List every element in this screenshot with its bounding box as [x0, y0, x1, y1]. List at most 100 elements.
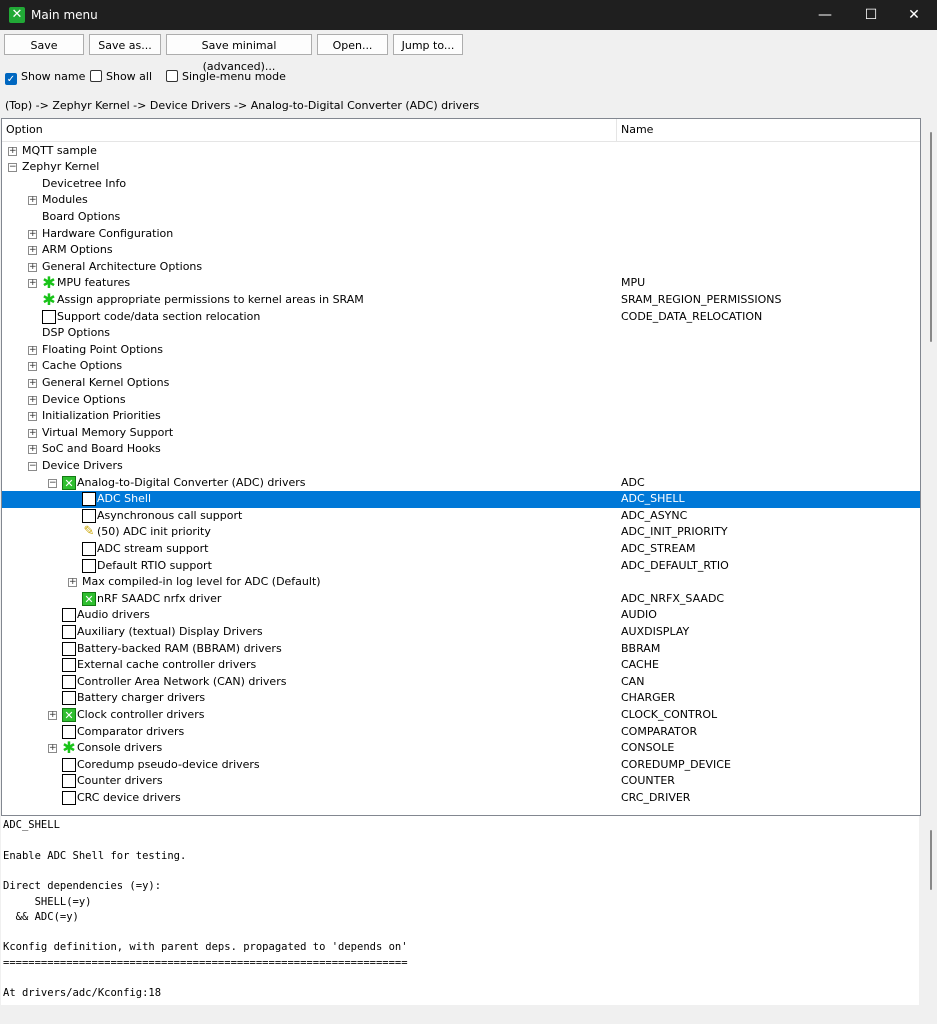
- tree-row[interactable]: ADC stream support ADC_STREAM: [2, 541, 920, 558]
- unchecked-box-icon[interactable]: [82, 541, 96, 556]
- expand-icon[interactable]: +: [28, 362, 37, 372]
- edit-value-icon[interactable]: ✎: [82, 525, 96, 539]
- tree-row[interactable]: − Device Drivers: [2, 458, 920, 475]
- tree-row[interactable]: − ✕ Analog-to-Digital Converter (ADC) driv…: [2, 475, 920, 492]
- expand-icon[interactable]: +: [28, 378, 37, 388]
- tree-row[interactable]: CRC device drivers CRC_DRIVER: [2, 790, 920, 807]
- unchecked-box-icon[interactable]: [62, 641, 76, 656]
- tree-scrollbar[interactable]: [921, 118, 935, 814]
- unchecked-box-icon[interactable]: [62, 757, 76, 772]
- module-star-icon[interactable]: ✱: [42, 291, 56, 307]
- unchecked-box-icon[interactable]: [62, 624, 76, 639]
- save-button[interactable]: Save: [4, 34, 84, 55]
- tree-row[interactable]: Counter drivers COUNTER: [2, 773, 920, 790]
- maximize-button[interactable]: ☐: [848, 0, 894, 30]
- unchecked-box-icon[interactable]: [62, 774, 76, 789]
- tree-row[interactable]: + Virtual Memory Support: [2, 425, 920, 442]
- option-tree[interactable]: Option Name + MQTT sample − Zephyr Kernel De…: [1, 118, 921, 816]
- save-as-button[interactable]: Save as...: [89, 34, 161, 55]
- tree-row[interactable]: + Max compiled-in log level for ADC (Defa…: [2, 574, 920, 591]
- expand-icon[interactable]: +: [48, 710, 57, 720]
- expand-icon[interactable]: +: [28, 345, 37, 355]
- single-menu-checkbox[interactable]: Single-menu mode: [166, 69, 286, 85]
- tree-scrollbar-thumb[interactable]: [930, 132, 932, 342]
- show-all-checkbox[interactable]: Show all: [90, 69, 152, 85]
- unchecked-box-icon[interactable]: [82, 558, 96, 573]
- tree-row[interactable]: + Device Options: [2, 392, 920, 409]
- collapse-icon[interactable]: −: [28, 461, 37, 471]
- tree-row[interactable]: + ✕ Clock controller drivers CLOCK_CONTROL: [2, 707, 920, 724]
- collapse-icon[interactable]: −: [48, 478, 57, 488]
- tree-row[interactable]: + ✱ Console drivers CONSOLE: [2, 740, 920, 757]
- enabled-check-icon[interactable]: ✕: [62, 707, 76, 722]
- module-star-icon[interactable]: ✱: [62, 740, 76, 756]
- show-name-checkbox[interactable]: ✓ Show name: [5, 69, 85, 85]
- tree-row[interactable]: ADC Shell ADC_SHELL: [2, 491, 920, 508]
- tree-row[interactable]: + General Architecture Options: [2, 259, 920, 276]
- expand-icon[interactable]: +: [28, 262, 37, 272]
- unchecked-box-icon[interactable]: [62, 724, 76, 739]
- minimize-button[interactable]: —: [802, 0, 848, 30]
- tree-row[interactable]: Battery charger drivers CHARGER: [2, 690, 920, 707]
- tree-row[interactable]: Auxiliary (textual) Display Drivers AUXDI…: [2, 624, 920, 641]
- tree-row[interactable]: + Modules: [2, 192, 920, 209]
- column-header-name[interactable]: Name: [621, 123, 653, 136]
- tree-row[interactable]: Board Options: [2, 209, 920, 226]
- tree-row[interactable]: Devicetree Info: [2, 176, 920, 193]
- tree-row[interactable]: + SoC and Board Hooks: [2, 441, 920, 458]
- tree-row[interactable]: Comparator drivers COMPARATOR: [2, 724, 920, 741]
- column-header-option[interactable]: Option: [6, 123, 43, 136]
- tree-row[interactable]: + Initialization Priorities: [2, 408, 920, 425]
- expand-icon[interactable]: +: [28, 246, 37, 256]
- tree-row[interactable]: + Floating Point Options: [2, 342, 920, 359]
- unchecked-box-icon[interactable]: [82, 508, 96, 523]
- tree-row[interactable]: Asynchronous call support ADC_ASYNC: [2, 508, 920, 525]
- expand-icon[interactable]: +: [48, 744, 57, 754]
- jump-to-button[interactable]: Jump to...: [393, 34, 463, 55]
- tree-row[interactable]: Controller Area Network (CAN) drivers CAN: [2, 674, 920, 691]
- tree-row[interactable]: Battery-backed RAM (BBRAM) drivers BBRAM: [2, 641, 920, 658]
- unchecked-box-icon[interactable]: [62, 674, 76, 689]
- unchecked-box-icon[interactable]: [62, 790, 76, 805]
- open-button[interactable]: Open...: [317, 34, 388, 55]
- tree-row[interactable]: ✱ Assign appropriate permissions to kerne…: [2, 291, 920, 309]
- expand-icon[interactable]: +: [28, 428, 37, 438]
- description-scrollbar[interactable]: [921, 816, 935, 1005]
- save-minimal-button[interactable]: Save minimal (advanced)...: [166, 34, 312, 73]
- tree-row[interactable]: + MQTT sample: [2, 143, 920, 160]
- unchecked-box-icon[interactable]: [42, 309, 56, 324]
- unchecked-box-icon[interactable]: [62, 658, 76, 673]
- enabled-check-icon[interactable]: ✕: [62, 475, 76, 490]
- tree-row[interactable]: + ✱ MPU features MPU: [2, 275, 920, 292]
- enabled-check-icon[interactable]: ✕: [82, 591, 96, 606]
- module-star-icon[interactable]: ✱: [42, 275, 56, 291]
- expand-icon[interactable]: +: [28, 395, 37, 405]
- tree-row[interactable]: + Hardware Configuration: [2, 226, 920, 243]
- unchecked-box-icon[interactable]: [62, 608, 76, 623]
- expand-icon[interactable]: +: [8, 146, 17, 156]
- tree-row[interactable]: + General Kernel Options: [2, 375, 920, 392]
- tree-row[interactable]: ✎ (50) ADC init priority ADC_INIT_PRIORITY: [2, 524, 920, 541]
- tree-row[interactable]: External cache controller drivers CACHE: [2, 657, 920, 674]
- expand-icon[interactable]: +: [28, 229, 37, 239]
- description-scrollbar-thumb[interactable]: [930, 830, 932, 890]
- expand-icon[interactable]: +: [28, 196, 37, 206]
- tree-row[interactable]: + Cache Options: [2, 358, 920, 375]
- expand-icon[interactable]: +: [68, 578, 77, 588]
- tree-row[interactable]: Coredump pseudo-device drivers COREDUMP_D…: [2, 757, 920, 774]
- close-button[interactable]: ✕: [891, 0, 937, 30]
- collapse-icon[interactable]: −: [8, 163, 17, 173]
- tree-row[interactable]: DSP Options: [2, 325, 920, 342]
- tree-row[interactable]: + ARM Options: [2, 242, 920, 259]
- unchecked-box-icon[interactable]: [62, 691, 76, 706]
- tree-row[interactable]: ✕ nRF SAADC nrfx driver ADC_NRFX_SAADC: [2, 591, 920, 608]
- unchecked-box-icon[interactable]: [82, 492, 96, 507]
- expand-icon[interactable]: +: [28, 445, 37, 455]
- expand-icon[interactable]: +: [28, 279, 37, 289]
- expand-icon[interactable]: +: [28, 412, 37, 422]
- tree-row[interactable]: Support code/data section relocation CODE…: [2, 309, 920, 326]
- tree-row[interactable]: − Zephyr Kernel: [2, 159, 920, 176]
- tree-row[interactable]: Default RTIO support ADC_DEFAULT_RTIO: [2, 558, 920, 575]
- tree-row[interactable]: Audio drivers AUDIO: [2, 607, 920, 624]
- column-divider[interactable]: [616, 119, 617, 141]
